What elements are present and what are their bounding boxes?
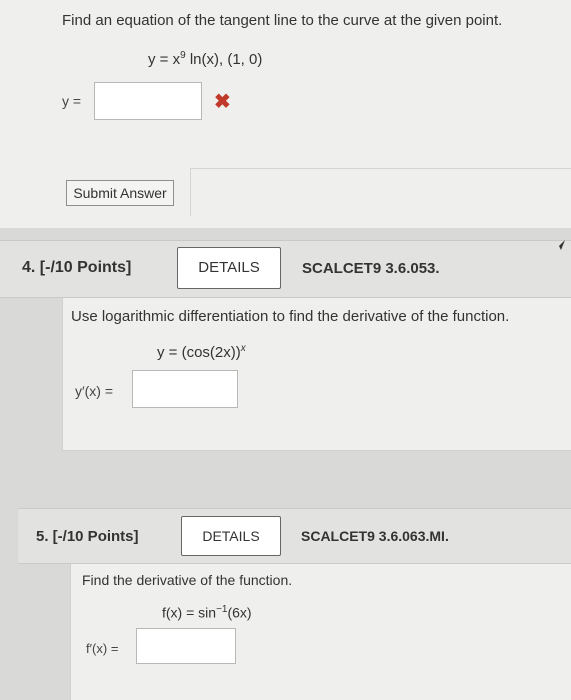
- problem-4-prompt: Use logarithmic differentiation to find …: [71, 308, 510, 325]
- problem-5-number: 5. [-/10 Points]: [36, 528, 139, 545]
- problem-5-equation: f(x) = sin−1(6x): [162, 604, 252, 621]
- equation-exponent: x: [240, 343, 246, 354]
- problem-4-number: 4. [-/10 Points]: [22, 259, 132, 276]
- problem-5-prompt: Find the derivative of the function.: [82, 572, 293, 588]
- cursor-icon: [555, 240, 565, 250]
- equation-rhs: ln(x), (1, 0): [185, 51, 263, 68]
- derivative-answer-input[interactable]: [136, 628, 236, 664]
- derivative-label: y′(x) =: [75, 383, 114, 399]
- equation-exponent: −1: [216, 604, 228, 615]
- incorrect-icon: ✖: [214, 91, 231, 113]
- problem-5-code: SCALCET9 3.6.063.MI.: [301, 528, 449, 544]
- answer-label: y =: [62, 93, 82, 109]
- problem-4-code: SCALCET9 3.6.053.: [302, 260, 440, 277]
- equation-lhs: y = x: [148, 51, 181, 68]
- equation-rhs: (6x): [227, 604, 252, 621]
- tangent-line-answer-input[interactable]: [94, 82, 202, 120]
- derivative-answer-input[interactable]: [132, 370, 238, 408]
- equation-base: y = (cos(2x)): [157, 344, 241, 361]
- problem-5-details-button[interactable]: DETAILS: [181, 516, 281, 556]
- problem-4-details-button[interactable]: DETAILS: [177, 247, 281, 289]
- derivative-label: f′(x) =: [86, 641, 119, 656]
- problem-3-prompt: Find an equation of the tangent line to …: [62, 12, 503, 29]
- submit-answer-button[interactable]: Submit Answer: [66, 180, 174, 206]
- problem-3-equation: y = x9 ln(x), (1, 0): [148, 50, 262, 68]
- problem-4-equation: y = (cos(2x))x: [157, 343, 246, 361]
- equation-lhs: f(x) = sin: [162, 604, 217, 621]
- feedback-area: [190, 168, 571, 216]
